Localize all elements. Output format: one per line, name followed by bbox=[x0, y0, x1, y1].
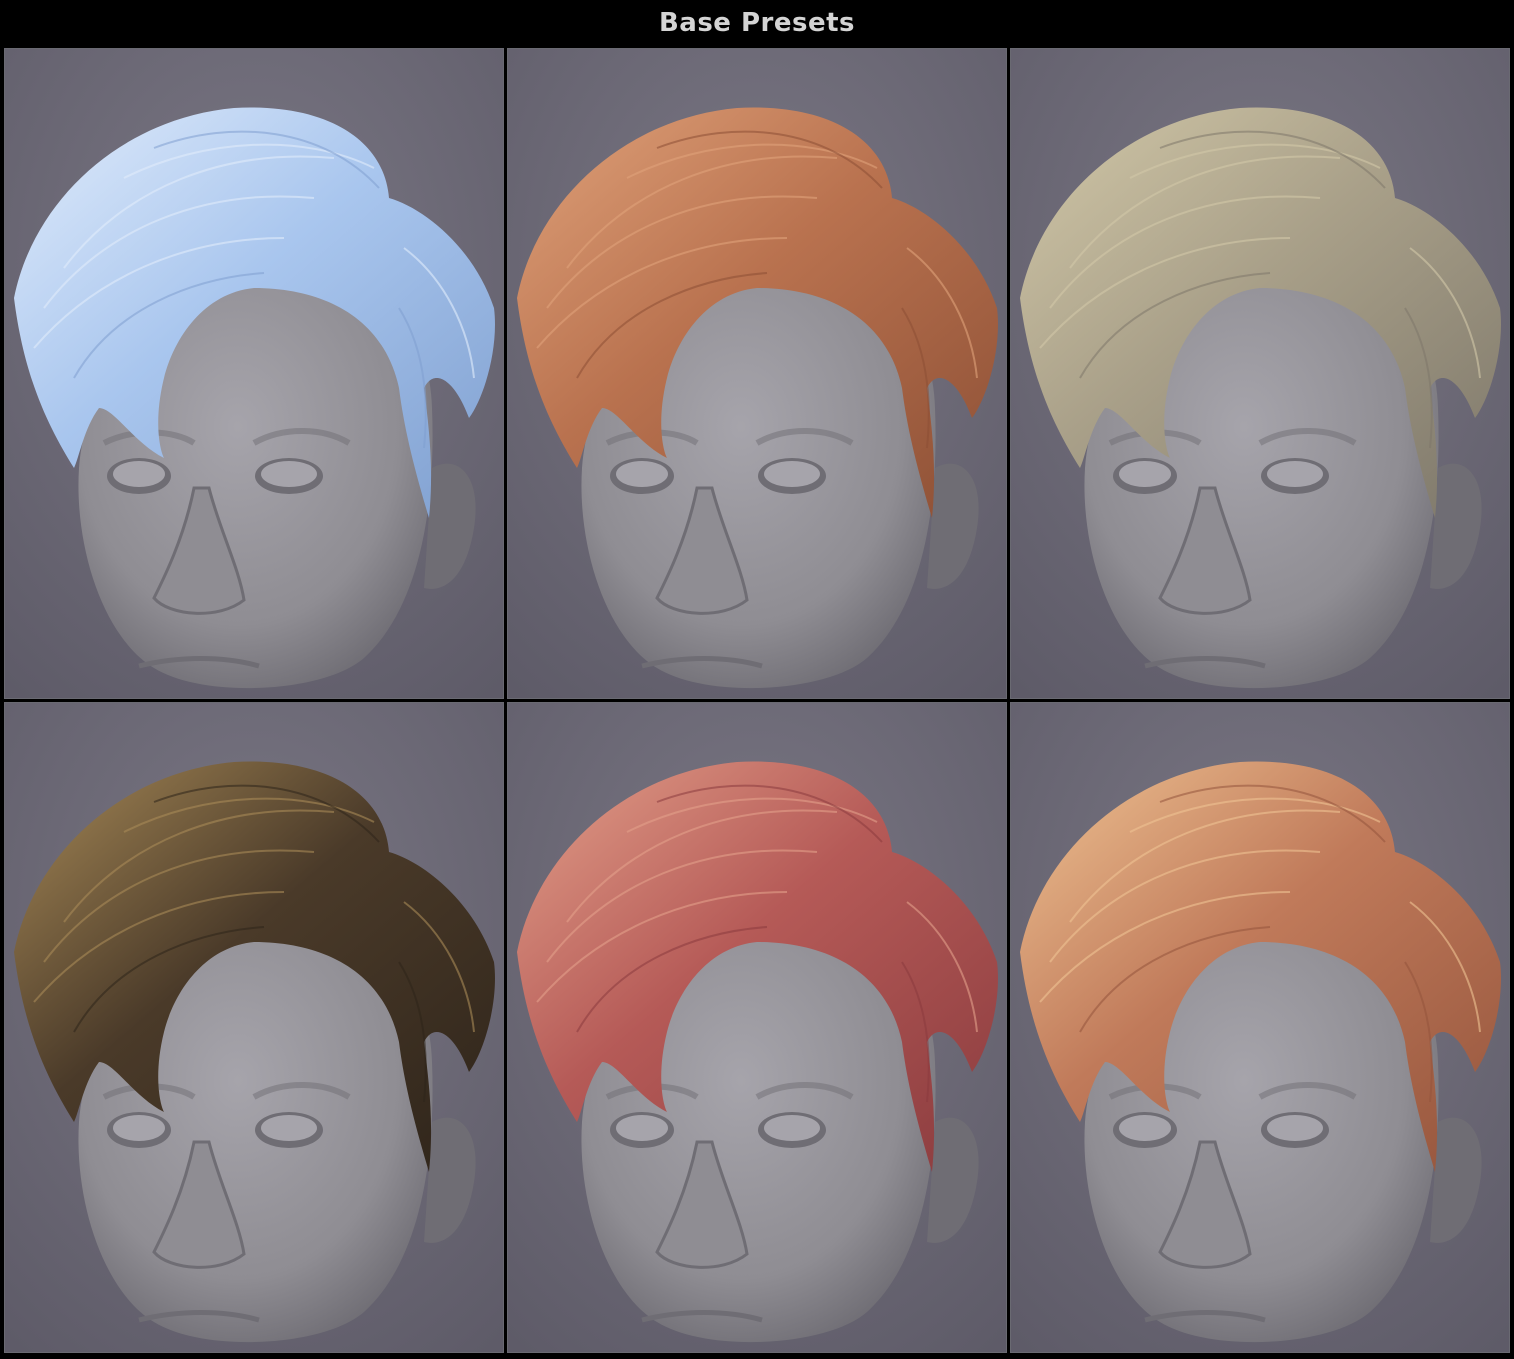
head-render bbox=[1010, 48, 1510, 699]
preset-thumbnail-copper[interactable] bbox=[507, 48, 1007, 699]
base-presets-sheet: Base Presets bbox=[0, 0, 1514, 1359]
preset-thumbnail-icy-blue[interactable] bbox=[4, 48, 504, 699]
page-title: Base Presets bbox=[658, 8, 856, 38]
head-render bbox=[507, 702, 1007, 1353]
head-render bbox=[4, 48, 504, 699]
head-render bbox=[1010, 702, 1510, 1353]
preset-thumbnail-ash-blonde[interactable] bbox=[1010, 48, 1510, 699]
preset-thumbnail-rose-red[interactable] bbox=[507, 702, 1007, 1353]
preset-thumbnail-strawberry-blonde[interactable] bbox=[1010, 702, 1510, 1353]
head-render bbox=[507, 48, 1007, 699]
head-render bbox=[4, 702, 504, 1353]
preset-grid bbox=[4, 48, 1510, 1355]
preset-thumbnail-dark-brown[interactable] bbox=[4, 702, 504, 1353]
